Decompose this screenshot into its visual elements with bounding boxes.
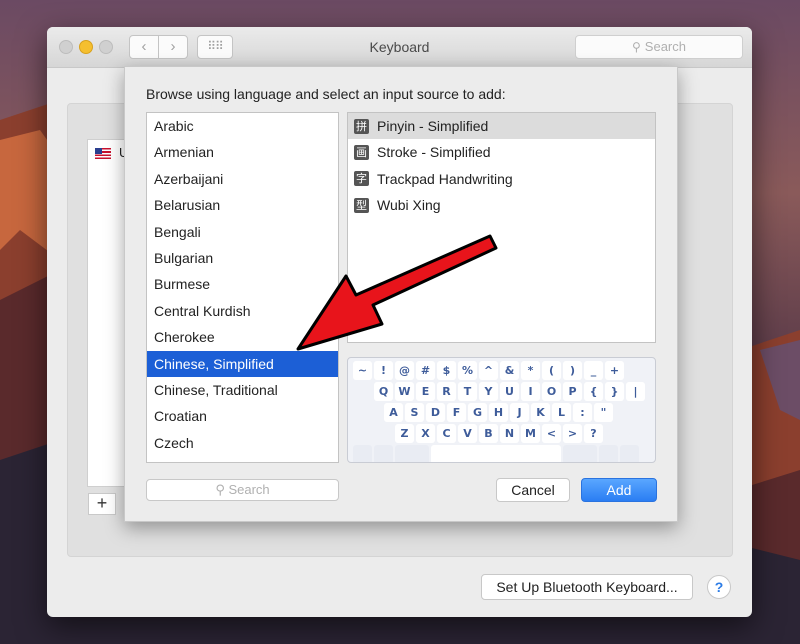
keyboard-key: W [395, 382, 414, 401]
language-search-field[interactable]: ⚲ Search [146, 479, 339, 501]
add-button[interactable]: Add [581, 478, 657, 502]
keyboard-key: R [437, 382, 456, 401]
stroke-icon: 画 [354, 145, 369, 161]
keyboard-key: $ [437, 361, 456, 380]
input-source-label: Pinyin - Simplified [377, 118, 489, 134]
keyboard-key: C [437, 424, 456, 443]
keyboard-key: : [573, 403, 592, 422]
keyboard-key: Z [395, 424, 414, 443]
keyboard-key: | [626, 382, 645, 401]
language-item[interactable]: Azerbaijani [147, 166, 338, 192]
language-list[interactable]: Arabic Armenian Azerbaijani Belarusian B… [146, 112, 339, 463]
input-source-item-selected[interactable]: 拼 Pinyin - Simplified [348, 113, 655, 140]
keyboard-key: ! [374, 361, 393, 380]
keyboard-row: ~! @ # $% ^ & *() _ + [353, 361, 624, 381]
keyboard-key: J [510, 403, 529, 422]
input-source-label: Stroke - Simplified [377, 144, 491, 161]
input-source-item[interactable]: 画 Stroke - Simplified [348, 139, 655, 165]
keyboard-key: Q [374, 382, 393, 401]
search-icon: ⚲ [215, 482, 229, 497]
language-item-selected[interactable]: Chinese, Simplified [147, 350, 338, 377]
keyboard-key: @ [395, 361, 414, 380]
title-bar: ‹ › ⠿⠿ Keyboard ⚲ Search [47, 27, 752, 68]
input-source-label: Wubi Xing [377, 197, 441, 214]
keyboard-key: < [542, 424, 561, 443]
language-item[interactable]: Croatian [147, 403, 338, 429]
input-sources-list[interactable] [87, 139, 129, 487]
keyboard-key: # [416, 361, 435, 380]
keyboard-key: * [521, 361, 540, 380]
keyboard-key: X [416, 424, 435, 443]
wubi-icon: 型 [354, 197, 369, 213]
language-item[interactable]: Bulgarian [147, 245, 338, 271]
keyboard-key: A [384, 403, 403, 422]
keyboard-key: ( [542, 361, 561, 380]
language-item[interactable]: Arabic [147, 113, 338, 139]
sheet-prompt: Browse using language and select an inpu… [146, 86, 506, 102]
keyboard-key: Y [479, 382, 498, 401]
keyboard-key: % [458, 361, 477, 380]
keyboard-row: Z X C V B N M < >? [395, 424, 603, 444]
input-source-label: Trackpad Handwriting [377, 170, 513, 187]
keyboard-key: I [521, 382, 540, 401]
keyboard-key: ? [584, 424, 603, 443]
search-icon: ⚲ [632, 40, 641, 54]
keyboard-key: F [447, 403, 466, 422]
keyboard-row [353, 445, 639, 462]
language-item[interactable]: Belarusian [147, 192, 338, 218]
keyboard-key: { [584, 382, 603, 401]
keyboard-key: V [458, 424, 477, 443]
language-item[interactable]: Chinese, Traditional [147, 377, 338, 403]
keyboard-key: S [405, 403, 424, 422]
keyboard-key: P [563, 382, 582, 401]
keyboard-key: K [531, 403, 550, 422]
keyboard-key: D [426, 403, 445, 422]
cancel-button[interactable]: Cancel [496, 478, 570, 502]
keyboard-key: ~ [353, 361, 372, 380]
language-item[interactable]: Czech [147, 430, 338, 456]
add-input-source-sheet: Browse using language and select an inpu… [124, 66, 678, 522]
keyboard-key: H [489, 403, 508, 422]
keyboard-key: L [552, 403, 571, 422]
keyboard-key: O [542, 382, 561, 401]
keyboard-key: + [605, 361, 624, 380]
keyboard-row: Q W E R T Y U I O P{} | [374, 382, 645, 402]
window-search-field[interactable]: ⚲ Search [575, 35, 743, 59]
keyboard-row: A S D F G H J K L: " [384, 403, 613, 423]
language-item[interactable]: Armenian [147, 139, 338, 165]
add-input-source-button[interactable]: + [88, 493, 116, 515]
keyboard-key: " [594, 403, 613, 422]
input-source-item[interactable]: 字 Trackpad Handwriting [348, 166, 655, 192]
setup-bluetooth-keyboard-button[interactable]: Set Up Bluetooth Keyboard... [481, 574, 693, 600]
keyboard-key: N [500, 424, 519, 443]
space-key [431, 445, 561, 462]
language-item[interactable]: Bengali [147, 219, 338, 245]
keyboard-key: E [416, 382, 435, 401]
keyboard-key: & [500, 361, 519, 380]
keyboard-key: U [500, 382, 519, 401]
us-flag-icon [95, 148, 111, 159]
language-item[interactable]: Central Kurdish [147, 298, 338, 324]
language-item[interactable]: Cherokee [147, 324, 338, 350]
keyboard-layout-preview: ~! @ # $% ^ & *() _ + Q W E R T Y U I O P{} | A S D F G H J K L: " … [347, 357, 656, 463]
search-placeholder: Search [228, 482, 270, 497]
input-source-list[interactable]: 拼 Pinyin - Simplified 画 Stroke - Simplif… [347, 112, 656, 343]
keyboard-key: _ [584, 361, 603, 380]
keyboard-key: > [563, 424, 582, 443]
help-button[interactable]: ? [707, 575, 731, 599]
language-item[interactable]: Burmese [147, 271, 338, 297]
keyboard-key: B [479, 424, 498, 443]
pinyin-icon: 拼 [354, 118, 369, 134]
keyboard-key: } [605, 382, 624, 401]
input-source-item[interactable]: 型 Wubi Xing [348, 192, 655, 218]
keyboard-key: ) [563, 361, 582, 380]
keyboard-key: ^ [479, 361, 498, 380]
keyboard-key: T [458, 382, 477, 401]
keyboard-key: M [521, 424, 540, 443]
keyboard-key: G [468, 403, 487, 422]
search-placeholder: Search [644, 39, 686, 54]
handwriting-icon: 字 [354, 171, 369, 187]
